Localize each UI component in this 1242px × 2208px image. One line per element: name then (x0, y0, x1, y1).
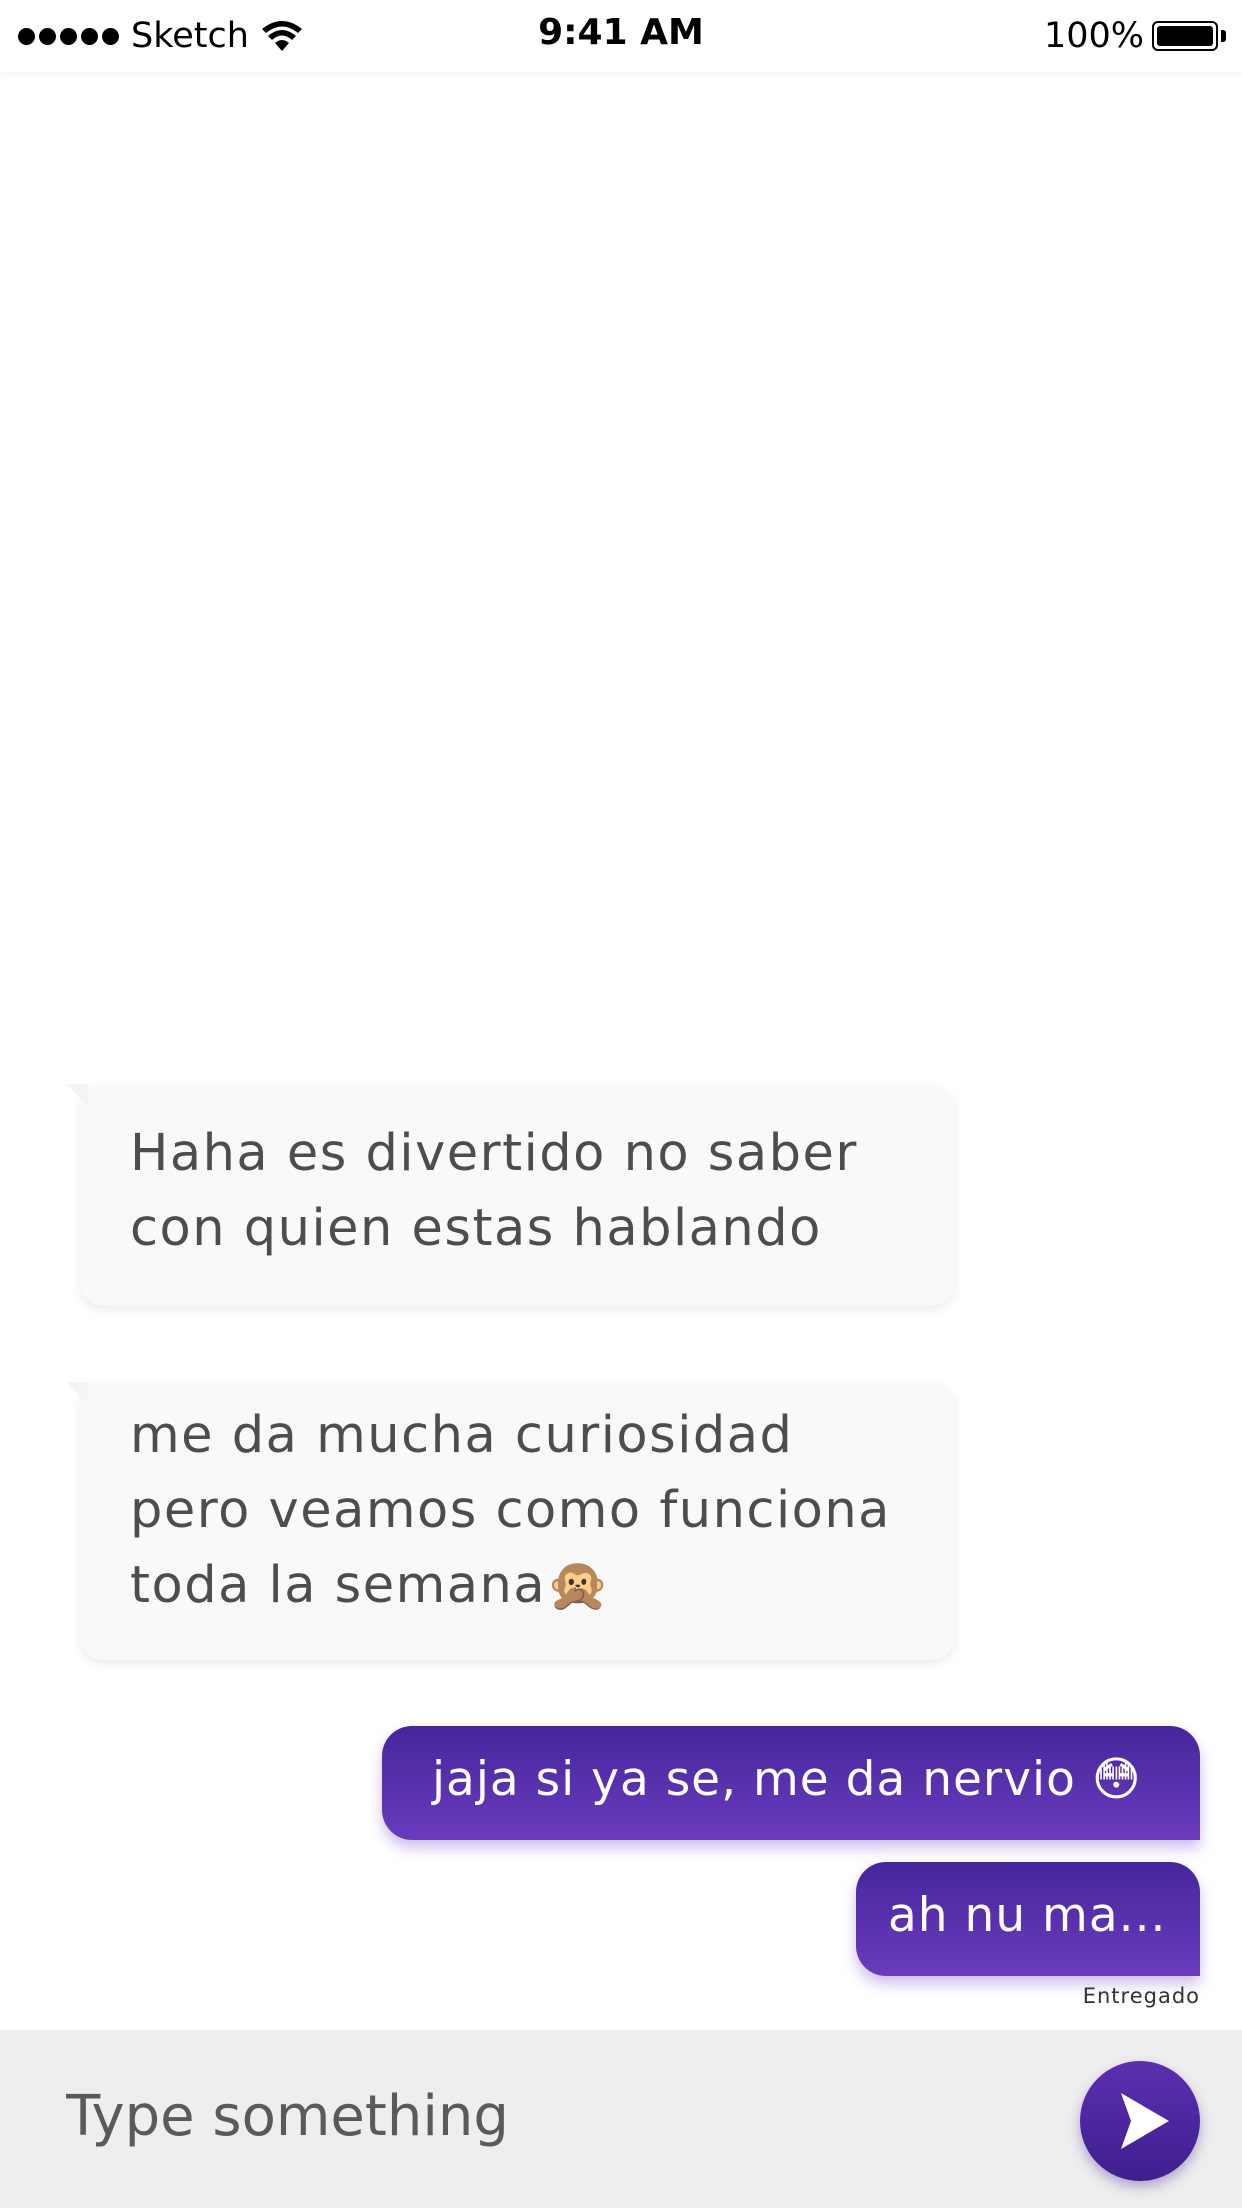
message-line: me da mucha curiosidad (130, 1406, 794, 1465)
battery-percentage: 100% (1043, 16, 1144, 56)
message-line: con quien estas hablando (130, 1199, 822, 1258)
send-icon (1121, 2093, 1169, 2149)
message-input[interactable] (64, 2070, 1028, 2162)
outgoing-message-bubble: jaja si ya se, me da nervio 😳 (382, 1726, 1200, 1840)
delivery-status: Entregado (1082, 1984, 1200, 2008)
outgoing-message-bubble: ah nu ma... (856, 1862, 1200, 1976)
message-line: pero veamos como funciona (130, 1481, 891, 1540)
status-bar-right: 100% (1044, 14, 1226, 58)
incoming-message-bubble: me da mucha curiosidad pero veamos como … (66, 1382, 955, 1660)
message-text: ah nu ma... (888, 1888, 1167, 1943)
send-button[interactable] (1080, 2061, 1200, 2181)
chat-messages-area[interactable]: Haha es divertido no saber con quien est… (0, 72, 1242, 2030)
message-line: toda la semana🙊 (130, 1556, 612, 1615)
status-bar: Sketch 9:41 AM 100% (0, 0, 1242, 72)
message-line: Haha es divertido no saber (130, 1124, 858, 1183)
incoming-message-bubble: Haha es divertido no saber con quien est… (66, 1084, 955, 1306)
battery-icon (1152, 21, 1226, 51)
message-composer (0, 2030, 1242, 2208)
message-text: jaja si ya se, me da nervio 😳 (432, 1752, 1142, 1807)
